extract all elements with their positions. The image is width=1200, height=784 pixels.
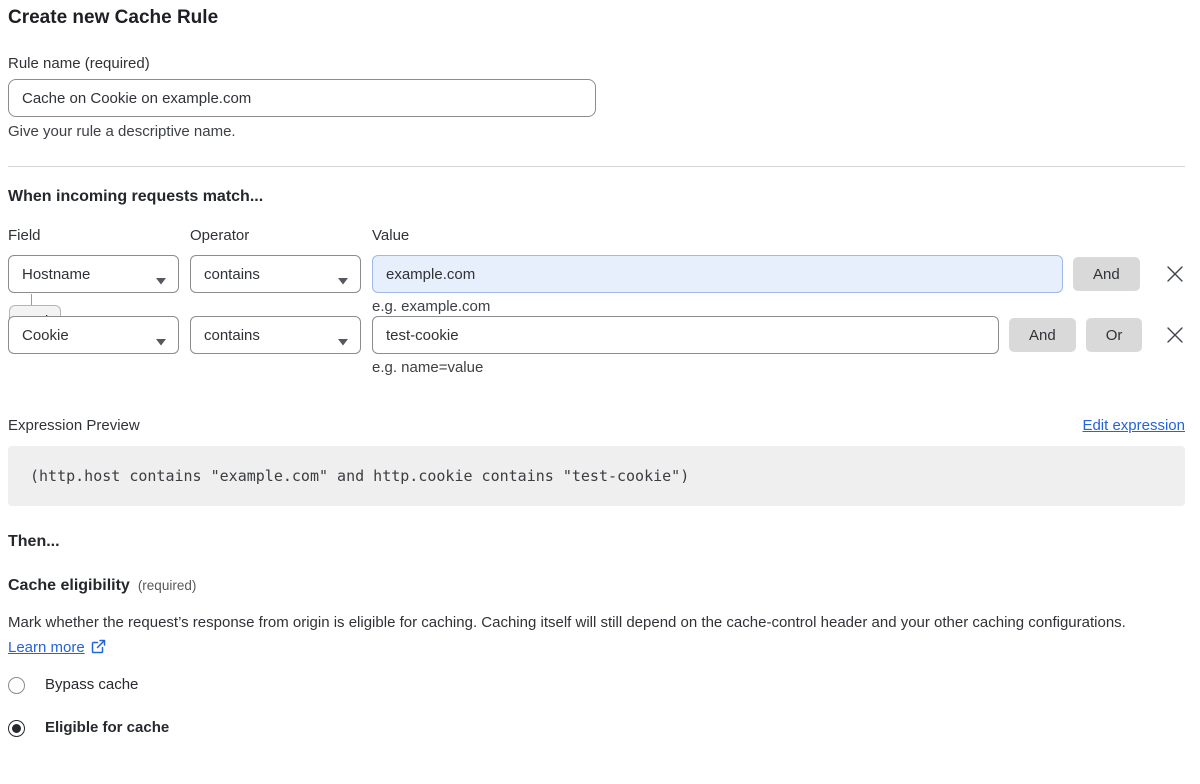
remove-condition-button[interactable] [1155,322,1185,348]
field-select[interactable]: Hostname [8,255,179,293]
radio-icon [8,677,25,694]
radio-option-eligible-for-cache[interactable]: Eligible for cache [8,719,1185,737]
expression-header: Expression Preview Edit expression [8,416,1185,435]
radio-icon [8,720,25,737]
cache-eligibility-heading: Cache eligibility [8,576,130,595]
field-select[interactable]: Cookie [8,316,179,354]
then-heading: Then... [8,532,1185,551]
chevron-down-icon [338,272,348,289]
required-note: (required) [138,578,197,593]
radio-label: Bypass cache [45,676,138,694]
radio-option-bypass-cache[interactable]: Bypass cache [8,676,1185,694]
match-heading: When incoming requests match... [8,186,1185,208]
and-button[interactable]: And [1009,318,1076,352]
value-column: e.g. example.com [372,255,1063,316]
description-text: Mark whether the request’s response from… [8,614,1126,631]
rule-name-label: Rule name (required) [8,55,1185,73]
value-input[interactable] [372,316,999,354]
column-labels: Field Operator Value [8,227,1185,245]
page-title: Create new Cache Rule [8,6,1185,30]
remove-condition-button[interactable] [1155,261,1185,287]
expression-code-block: (http.host contains "example.com" and ht… [8,446,1185,506]
field-column-label: Field [8,227,179,245]
operator-select[interactable]: contains [190,316,361,354]
chevron-down-icon [338,333,348,350]
external-link-icon [91,639,106,654]
section-divider [8,166,1185,167]
value-input[interactable] [372,255,1063,293]
value-column: e.g. name=value [372,316,999,377]
cache-eligibility-description: Mark whether the request’s response from… [8,610,1168,660]
condition-row: Cookie contains e.g. name=value And Or [8,316,1185,377]
rule-name-input[interactable] [8,79,596,117]
condition-row: Hostname contains e.g. example.com And [8,255,1185,316]
and-button[interactable]: And [1073,257,1140,291]
expression-code: (http.host contains "example.com" and ht… [30,467,689,485]
value-hint: e.g. name=value [372,359,999,377]
operator-column-label: Operator [190,227,361,245]
close-icon [1165,325,1185,345]
chevron-down-icon [156,272,166,289]
chevron-down-icon [156,333,166,350]
operator-select[interactable]: contains [190,255,361,293]
value-column-label: Value [372,227,1185,245]
rule-name-help: Give your rule a descriptive name. [8,123,1185,141]
edit-expression-link[interactable]: Edit expression [1082,416,1185,435]
operator-select-value: contains [204,266,260,283]
operator-select-value: contains [204,327,260,344]
field-select-value: Cookie [22,327,69,344]
create-cache-rule-page: Create new Cache Rule Rule name (require… [0,0,1200,784]
learn-more-link[interactable]: Learn more [8,639,85,656]
radio-label: Eligible for cache [45,719,169,737]
or-button[interactable]: Or [1086,318,1143,352]
expression-preview-label: Expression Preview [8,416,140,435]
close-icon [1165,264,1185,284]
field-select-value: Hostname [22,266,90,283]
cache-eligibility-heading-row: Cache eligibility (required) [8,576,1185,595]
connector-line [31,294,32,305]
value-hint: e.g. example.com [372,298,1063,316]
condition-rows: Hostname contains e.g. example.com And [8,255,1185,377]
